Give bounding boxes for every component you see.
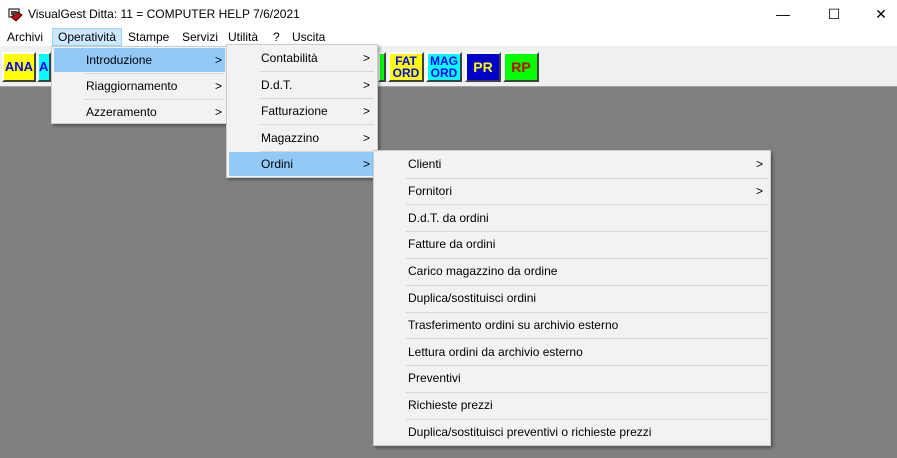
chevron-right-icon: > [756,157,764,171]
menu-item-ordini-4[interactable]: Carico magazzino da ordine [376,259,768,283]
menu-item-contabilita[interactable]: Contabilità > [229,46,375,70]
menu-item-label: Ordini [261,157,294,171]
menu-item-magazzino[interactable]: Magazzino > [229,126,375,150]
chevron-right-icon: > [363,51,371,65]
menu-item-label: Introduzione [86,53,153,67]
menu-operativita[interactable]: Operatività [52,28,123,46]
menu-item-ordini-8[interactable]: Preventivi [376,366,768,390]
title-bar: VisualGest Ditta: 11 = COMPUTER HELP 7/6… [0,0,897,28]
menu-item-ordini-1[interactable]: Fornitori > [376,179,768,203]
menu-item-label: Clienti [408,157,442,171]
menu-item-label: Richieste prezzi [408,398,493,413]
chevron-right-icon: > [363,131,371,145]
menu-item-label: Riaggiornamento [86,79,178,93]
chevron-right-icon: > [215,105,223,119]
menu-item-ordini-3[interactable]: Fatture da ordini [376,232,768,256]
toolbar-fat-ord-button[interactable]: FAT ORD [388,52,424,82]
toolbar-green-button[interactable] [378,52,386,82]
menu-item-label: Fatture da ordini [408,237,496,252]
menu-separator [259,71,374,72]
menu-item-label: Contabilità [261,51,318,65]
menu-item-ordini-6[interactable]: Trasferimento ordini su archivio esterno [376,313,768,337]
menu-item-label: D.d.T. [261,78,293,92]
menu-item-label: D.d.T. da ordini [408,210,489,225]
menu-item-label: Magazzino [261,131,320,145]
introduzione-menu: Contabilità > D.d.T. > Fatturazione > Ma… [226,44,378,178]
menu-item-riaggiornamento[interactable]: Riaggiornamento > [54,74,225,98]
app-icon [8,8,23,22]
menu-item-label: Trasferimento ordini su archivio esterno [408,317,619,332]
chevron-right-icon: > [756,183,764,198]
chevron-right-icon: > [363,78,371,92]
menu-item-label: Duplica/sostituisci preventivi o richies… [408,425,652,439]
menu-item-label: Fornitori [408,183,453,198]
minimize-icon[interactable]: — [760,0,806,28]
toolbar-ana-label: ANA [4,59,34,74]
menu-stampe[interactable]: Stampe [128,28,169,46]
menu-item-label: Duplica/sostituisci ordini [408,291,537,305]
menu-separator [259,124,374,125]
menu-servizi[interactable]: Servizi [182,28,218,46]
menu-item-label: Preventivi [408,371,461,386]
maximize-icon[interactable]: ☐ [811,0,857,28]
menu-item-label: Lettura ordini da archivio esterno [408,344,583,359]
toolbar-mag-ord-button[interactable]: MAG ORD [426,52,462,82]
menu-item-introduzione[interactable]: Introduzione > [54,48,225,72]
menu-item-azzeramento[interactable]: Azzeramento > [54,100,225,124]
chevron-right-icon: > [363,157,371,171]
toolbar-rp-button[interactable]: RP [503,52,539,82]
toolbar-a-label: A [39,59,49,74]
menu-item-ddt[interactable]: D.d.T. > [229,73,375,97]
menu-item-label: Fatturazione [261,104,328,118]
ordini-menu: Clienti > Fornitori > D.d.T. da ordini Fattur… [373,150,771,446]
menu-bar: Archivi Operatività Stampe Servizi Utili… [0,28,897,46]
toolbar-pr-label: PR [473,59,493,75]
toolbar-ana-button[interactable]: ANA [2,52,36,82]
menu-item-ordini-5[interactable]: Duplica/sostituisci ordini [376,286,768,310]
menu-item-ordini-0[interactable]: Clienti > [376,152,768,176]
menu-item-fatturazione[interactable]: Fatturazione > [229,99,375,123]
menu-item-ordini[interactable]: Ordini > [229,152,375,176]
menu-item-ordini-7[interactable]: Lettura ordini da archivio esterno [376,340,768,364]
menu-item-ordini-9[interactable]: Richieste prezzi [376,393,768,417]
toolbar-rp-label: RP [511,59,531,75]
menu-item-label: Carico magazzino da ordine [408,264,558,279]
menu-item-label: Azzeramento [86,105,157,119]
chevron-right-icon: > [215,79,223,93]
menu-item-ordini-2[interactable]: D.d.T. da ordini [376,206,768,230]
close-icon[interactable]: ✕ [858,0,897,28]
window-title: VisualGest Ditta: 11 = COMPUTER HELP 7/6… [28,7,300,21]
toolbar-pr-button[interactable]: PR [465,52,501,82]
menu-archivi[interactable]: Archivi [7,28,43,46]
chevron-right-icon: > [363,104,371,118]
chevron-right-icon: > [215,53,223,67]
menu-item-ordini-10[interactable]: Duplica/sostituisci preventivi o richies… [376,420,768,444]
operativita-menu: Introduzione > Riaggiornamento > Azzeram… [51,46,228,124]
toolbar-fat-ord-label-2: ORD [392,66,420,80]
toolbar-a-button[interactable]: A [37,52,51,82]
toolbar-mag-ord-label-2: ORD [430,66,458,80]
